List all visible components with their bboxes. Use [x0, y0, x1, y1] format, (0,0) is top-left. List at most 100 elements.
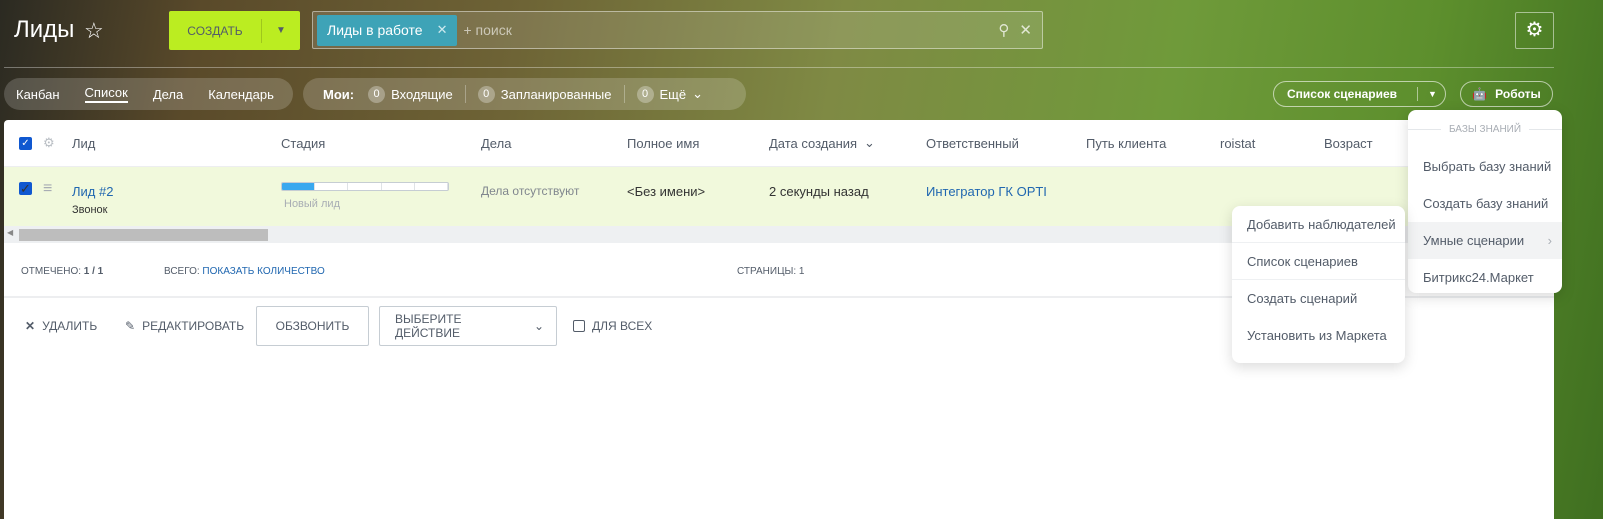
menu-item-add-observers[interactable]: Добавить наблюдателей [1232, 206, 1405, 243]
menu-item-scenario-list[interactable]: Список сценариев [1232, 243, 1405, 280]
view-switcher: Канбан Список Дела Календарь [4, 78, 293, 110]
counters: Мои: 0 Входящие 0 Запланированные 0 Ещё ⌄ [303, 78, 746, 110]
col-full-name[interactable]: Полное имя [627, 136, 699, 151]
menu-section-header: БАЗЫ ЗНАНИЙ [1408, 110, 1563, 148]
edit-label: Редактировать [142, 319, 245, 333]
scroll-left-icon[interactable]: ◀ [7, 228, 13, 237]
robots-label: Роботы [1495, 87, 1541, 101]
checked-value: 1 / 1 [83, 266, 104, 277]
count-badge: 0 [477, 85, 495, 103]
select-action-label: Выберите действие [395, 312, 462, 340]
gear-icon[interactable]: ⚙ [43, 135, 55, 151]
scenarios-label: Список сценариев [1287, 87, 1398, 101]
menu-item-label: Умные сценарии [1423, 233, 1525, 248]
scrollbar-thumb[interactable] [19, 229, 268, 241]
caret-down-icon[interactable]: ▼ [262, 25, 300, 36]
menu-item-market[interactable]: Битрикс24.Маркет [1408, 259, 1562, 296]
lead-source: Звонок [72, 204, 108, 216]
col-created[interactable]: Дата создания [769, 136, 857, 151]
activities-value: Дела отсутствуют [481, 184, 580, 198]
select-all-checkbox[interactable]: ✓ [19, 136, 32, 150]
col-customer-path[interactable]: Путь клиента [1086, 136, 1166, 151]
col-stage[interactable]: Стадия [281, 136, 325, 151]
close-icon[interactable]: ✕ [437, 22, 448, 38]
row-checkbox[interactable]: ✓ [19, 182, 32, 195]
col-responsible[interactable]: Ответственный [926, 136, 1019, 151]
create-button[interactable]: СОЗДАТЬ ▼ [169, 11, 300, 50]
sort-chevron-icon[interactable]: ⌄ [864, 135, 875, 151]
scenarios-button[interactable]: Список сценариев ▼ [1273, 81, 1446, 107]
total-count: Всего: Показать количество [164, 266, 325, 277]
menu-item-install-market[interactable]: Установить из Маркета [1232, 317, 1405, 354]
counter-planned[interactable]: 0 Запланированные [477, 85, 612, 103]
col-activities[interactable]: Дела [481, 136, 511, 151]
call-label: Обзвонить [275, 319, 350, 333]
settings-button[interactable]: ⚙ [1515, 12, 1554, 49]
col-roistat[interactable]: roistat [1220, 136, 1255, 151]
robot-icon: 🤖 [1472, 87, 1488, 101]
view-activities[interactable]: Дела [153, 87, 183, 102]
menu-item-create-scenario[interactable]: Создать сценарий [1232, 280, 1405, 317]
show-count-link[interactable]: Показать количество [202, 266, 324, 277]
created-value: 2 секунды назад [769, 184, 869, 199]
drag-handle-icon[interactable]: ≡ [43, 180, 52, 198]
menu-item-create-kb[interactable]: Создать базу знаний [1408, 185, 1562, 222]
pages: Страницы: 1 [737, 266, 804, 277]
divider [4, 67, 1554, 68]
chevron-down-icon: ⌄ [692, 86, 704, 101]
counter-label: Ещё [659, 86, 687, 102]
edit-button[interactable]: ✎ Редактировать [125, 306, 244, 346]
for-all-checkbox[interactable]: Для всех [573, 306, 652, 346]
total-label: Всего: [164, 266, 200, 277]
responsible-link[interactable]: Интегратор ГК OPTI [926, 184, 1047, 199]
robots-menu: БАЗЫ ЗНАНИЙ Выбрать базу знаний Создать … [1408, 110, 1563, 296]
create-label: СОЗДАТЬ [187, 23, 243, 38]
close-icon: ✕ [25, 319, 36, 333]
checkbox[interactable] [573, 320, 585, 332]
pencil-icon: ✎ [125, 319, 136, 333]
page-title: Лиды [14, 16, 75, 43]
stage-label: Новый лид [284, 198, 340, 210]
counter-incoming[interactable]: 0 Входящие [368, 85, 453, 103]
select-action-dropdown[interactable]: Выберите действие ⌄ [379, 306, 557, 346]
checked-count: Отмечено: 1 / 1 [21, 266, 103, 277]
stage-progress[interactable] [281, 182, 449, 191]
counter-more[interactable]: 0 Ещё ⌄ [636, 85, 704, 103]
caret-down-icon[interactable]: ▼ [1428, 89, 1437, 99]
counters-label: Мои: [323, 86, 355, 102]
col-lead[interactable]: Лид [72, 136, 95, 151]
table-header: ✓ ⚙ Лид Стадия Дела Полное имя Дата созд… [4, 120, 1554, 167]
filter-tag[interactable]: Лиды в работе ✕ [317, 14, 458, 46]
pages-value: 1 [798, 266, 805, 277]
counter-label: Запланированные [500, 86, 612, 102]
divider [464, 85, 466, 103]
lead-title-link[interactable]: Лид #2 [72, 184, 113, 199]
view-list[interactable]: Список [84, 85, 128, 103]
view-kanban[interactable]: Канбан [16, 87, 60, 102]
menu-item-smart-scenarios[interactable]: Умные сценарии › [1408, 222, 1562, 259]
view-calendar[interactable]: Календарь [208, 87, 274, 102]
search-input[interactable]: + поиск [463, 22, 998, 38]
section-label: БАЗЫ ЗНАНИЙ [1448, 123, 1522, 135]
pages-label: Страницы: [737, 266, 797, 277]
search-icon[interactable]: ⚲ [998, 21, 1009, 39]
call-button[interactable]: Обзвонить [256, 306, 369, 346]
divider [623, 85, 625, 103]
smart-scenarios-submenu: Добавить наблюдателей Список сценариев С… [1232, 206, 1405, 363]
star-icon[interactable]: ☆ [84, 18, 104, 44]
delete-button[interactable]: ✕ Удалить [25, 306, 97, 346]
search-filter[interactable]: Лиды в работе ✕ + поиск ⚲ ✕ [312, 11, 1043, 49]
robots-button[interactable]: 🤖 Роботы [1460, 81, 1553, 107]
count-badge: 0 [636, 85, 654, 103]
full-name-value: <Без имени> [627, 184, 706, 199]
chevron-down-icon: ⌄ [533, 319, 544, 333]
delete-label: Удалить [42, 319, 98, 333]
col-age[interactable]: Возраст [1324, 136, 1373, 151]
chevron-right-icon: › [1547, 233, 1552, 248]
menu-item-choose-kb[interactable]: Выбрать базу знаний [1408, 148, 1562, 185]
clear-icon[interactable]: ✕ [1019, 21, 1032, 39]
checked-label: Отмечено: [21, 266, 81, 277]
count-badge: 0 [368, 85, 386, 103]
counter-label: Входящие [391, 86, 453, 102]
for-all-label: Для всех [592, 319, 653, 333]
